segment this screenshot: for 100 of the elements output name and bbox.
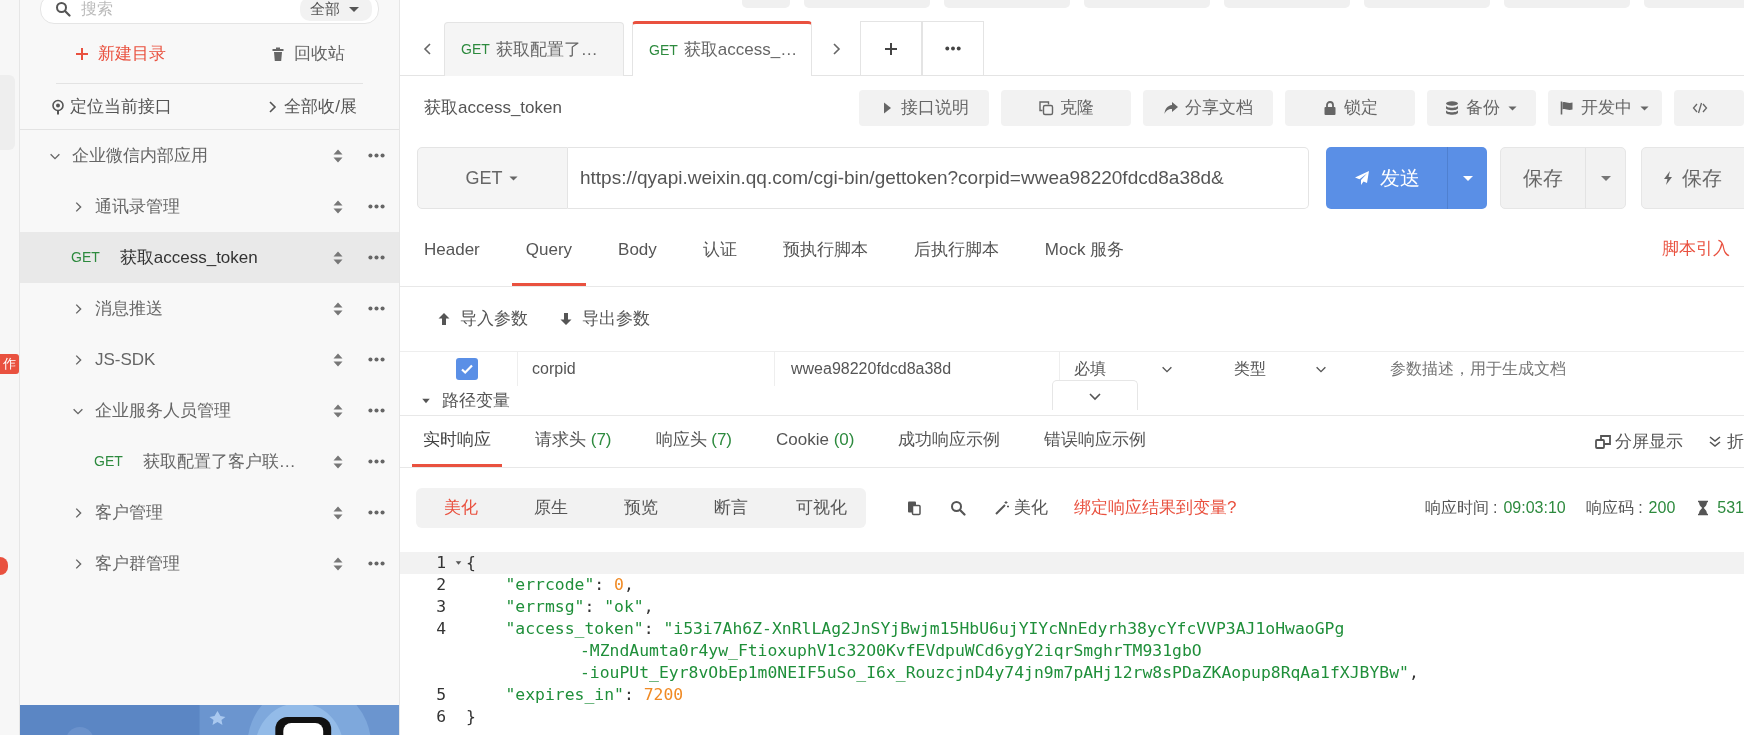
sort-handle-icon[interactable] bbox=[332, 555, 344, 572]
request-section-tab[interactable]: Query bbox=[511, 225, 587, 286]
view-mode-tab[interactable]: 原生 bbox=[506, 488, 596, 528]
url-field[interactable]: https://qyapi.weixin.qq.com/cgi-bin/gettoken?corpid=wwea98220fdcd8a38d& bbox=[568, 147, 1309, 209]
action-button[interactable]: 分享文档 bbox=[1143, 90, 1273, 126]
double-chevron-icon bbox=[1707, 433, 1723, 450]
sort-handle-icon[interactable] bbox=[332, 198, 344, 215]
response-tab[interactable]: 实时响应 bbox=[412, 416, 502, 467]
method-label: GET bbox=[649, 40, 678, 60]
code-line: -iouPUt_Eyr8vObEp1m0NEIF5uSo_I6x_RouzcjnD4y74jn9m7pAHj12rw8sPDaZKAopup8RqAa1fXJBYBw", bbox=[579, 662, 1419, 684]
collapse-handle[interactable] bbox=[1052, 380, 1138, 410]
method-dropdown[interactable]: GET bbox=[417, 147, 568, 209]
tree-item-label: JS-SDK bbox=[95, 348, 157, 371]
request-section-tab[interactable]: Body bbox=[604, 225, 671, 286]
export-button[interactable]: 导出参数 bbox=[558, 306, 650, 332]
request-section-tab[interactable]: 认证 bbox=[688, 225, 751, 286]
beautify-button[interactable]: 美化 bbox=[994, 495, 1048, 521]
type-dropdown[interactable]: 类型 bbox=[1234, 357, 1328, 381]
view-mode-tab[interactable]: 预览 bbox=[596, 488, 686, 528]
request-section-tab[interactable]: 预执行脚本 bbox=[768, 225, 882, 286]
request-section-tab[interactable]: Header bbox=[410, 225, 494, 286]
more-icon[interactable] bbox=[368, 408, 385, 413]
checkbox[interactable] bbox=[456, 358, 478, 380]
tree-item[interactable]: 企业微信内部应用 bbox=[20, 130, 399, 181]
split-screen-button[interactable]: 分屏显示 bbox=[1595, 428, 1683, 455]
response-tab[interactable]: Cookie (0) bbox=[765, 416, 866, 467]
paste-icon bbox=[906, 500, 922, 516]
import-button[interactable]: 导入参数 bbox=[436, 306, 528, 332]
action-button[interactable]: 接口说明 bbox=[859, 90, 989, 126]
save-and-run-button[interactable]: 保存 bbox=[1641, 147, 1744, 209]
description-field[interactable]: 参数描述，用于生成文档 bbox=[1388, 356, 1688, 382]
sort-handle-icon[interactable] bbox=[332, 453, 344, 470]
more-icon[interactable] bbox=[368, 204, 385, 209]
tree-item[interactable]: 客户群管理 bbox=[20, 538, 399, 589]
location-pin-icon bbox=[50, 98, 66, 115]
split-screen-icon bbox=[1595, 433, 1611, 450]
code-line: } bbox=[466, 706, 476, 728]
more-icon[interactable] bbox=[368, 255, 385, 260]
bind-variable-link[interactable]: 绑定响应结果到变量? bbox=[1074, 495, 1237, 521]
expand-all-button[interactable]: 全部收/展 bbox=[264, 93, 357, 120]
tree-item[interactable]: GET 获取配置了客户联… bbox=[20, 436, 399, 487]
copy-button[interactable] bbox=[906, 500, 922, 516]
response-tab[interactable]: 请求头 (7) bbox=[524, 416, 623, 467]
param-value: wwea98220fdcd8a38d bbox=[791, 359, 952, 379]
response-tab[interactable]: 成功响应示例 bbox=[887, 416, 1012, 467]
stat-value: 200 bbox=[1648, 498, 1676, 518]
tree-item[interactable]: 企业服务人员管理 bbox=[20, 385, 399, 436]
code-line: "errcode": 0, bbox=[504, 574, 634, 596]
recycle-bin-button[interactable]: 回收站 bbox=[252, 40, 363, 67]
action-button[interactable]: 备份 bbox=[1427, 90, 1536, 126]
action-button[interactable]: 开发中 bbox=[1548, 90, 1662, 126]
request-tab[interactable]: GET 获取配置了… bbox=[444, 22, 624, 76]
tree-item-label: 客户群管理 bbox=[95, 552, 181, 575]
search-field[interactable]: 搜索 全部 bbox=[40, 0, 379, 24]
tree-item[interactable]: 消息推送 bbox=[20, 283, 399, 334]
sort-handle-icon[interactable] bbox=[332, 351, 344, 368]
view-mode-tab[interactable]: 可视化 bbox=[776, 488, 866, 528]
tree-item[interactable]: JS-SDK bbox=[20, 334, 399, 385]
param-name: corpid bbox=[532, 359, 576, 379]
more-icon[interactable] bbox=[368, 561, 385, 566]
collapse-button[interactable]: 折 bbox=[1707, 428, 1744, 455]
tab-label: 获取access_… bbox=[683, 39, 798, 62]
response-tab[interactable]: 响应头 (7) bbox=[644, 416, 744, 467]
api-title: 获取access_token bbox=[424, 97, 562, 120]
line-number: 5 bbox=[435, 684, 447, 706]
response-tab[interactable]: 错误响应示例 bbox=[1033, 416, 1158, 467]
script-link[interactable]: 脚本引入 bbox=[1662, 235, 1744, 262]
more-icon[interactable] bbox=[368, 357, 385, 362]
locate-button[interactable]: 定位当前接口 bbox=[50, 93, 172, 120]
sort-handle-icon[interactable] bbox=[332, 402, 344, 419]
more-icon[interactable] bbox=[368, 510, 385, 515]
tree-item-label: 企业服务人员管理 bbox=[95, 399, 232, 422]
plus-icon bbox=[883, 40, 899, 57]
action-button[interactable]: 锁定 bbox=[1285, 90, 1415, 126]
sort-handle-icon[interactable] bbox=[332, 504, 344, 521]
tree-item[interactable]: 客户管理 bbox=[20, 487, 399, 538]
request-tab[interactable]: GET 获取access_… bbox=[632, 21, 812, 76]
sort-handle-icon[interactable] bbox=[332, 300, 344, 317]
method-label: GET bbox=[71, 248, 100, 267]
sort-handle-icon[interactable] bbox=[332, 147, 344, 164]
view-mode-tab[interactable]: 断言 bbox=[686, 488, 776, 528]
more-icon[interactable] bbox=[368, 459, 385, 464]
tree-item-label: 消息推送 bbox=[95, 297, 164, 320]
scope-label: 全部 bbox=[310, 0, 340, 19]
request-section-tab[interactable]: 后执行脚本 bbox=[899, 225, 1013, 286]
code-line: "errmsg": "ok", bbox=[504, 596, 654, 618]
more-icon[interactable] bbox=[368, 153, 385, 158]
tree-item[interactable]: 通讯录管理 bbox=[20, 181, 399, 232]
sort-handle-icon[interactable] bbox=[332, 249, 344, 266]
scope-dropdown[interactable]: 全部 bbox=[300, 0, 372, 21]
tree-item[interactable]: GET 获取access_token bbox=[20, 232, 399, 283]
action-button[interactable]: 克隆 bbox=[1001, 90, 1131, 126]
search-button[interactable] bbox=[950, 500, 966, 516]
stat-label: 响应码 : bbox=[1585, 498, 1643, 518]
required-dropdown[interactable]: 必填 bbox=[1074, 357, 1174, 381]
copy-icon bbox=[1038, 100, 1054, 116]
new-folder-button[interactable]: 新建目录 bbox=[56, 40, 184, 67]
tree-item-label: 企业微信内部应用 bbox=[72, 144, 209, 167]
more-icon[interactable] bbox=[368, 306, 385, 311]
request-section-tab[interactable]: Mock 服务 bbox=[1030, 225, 1139, 286]
